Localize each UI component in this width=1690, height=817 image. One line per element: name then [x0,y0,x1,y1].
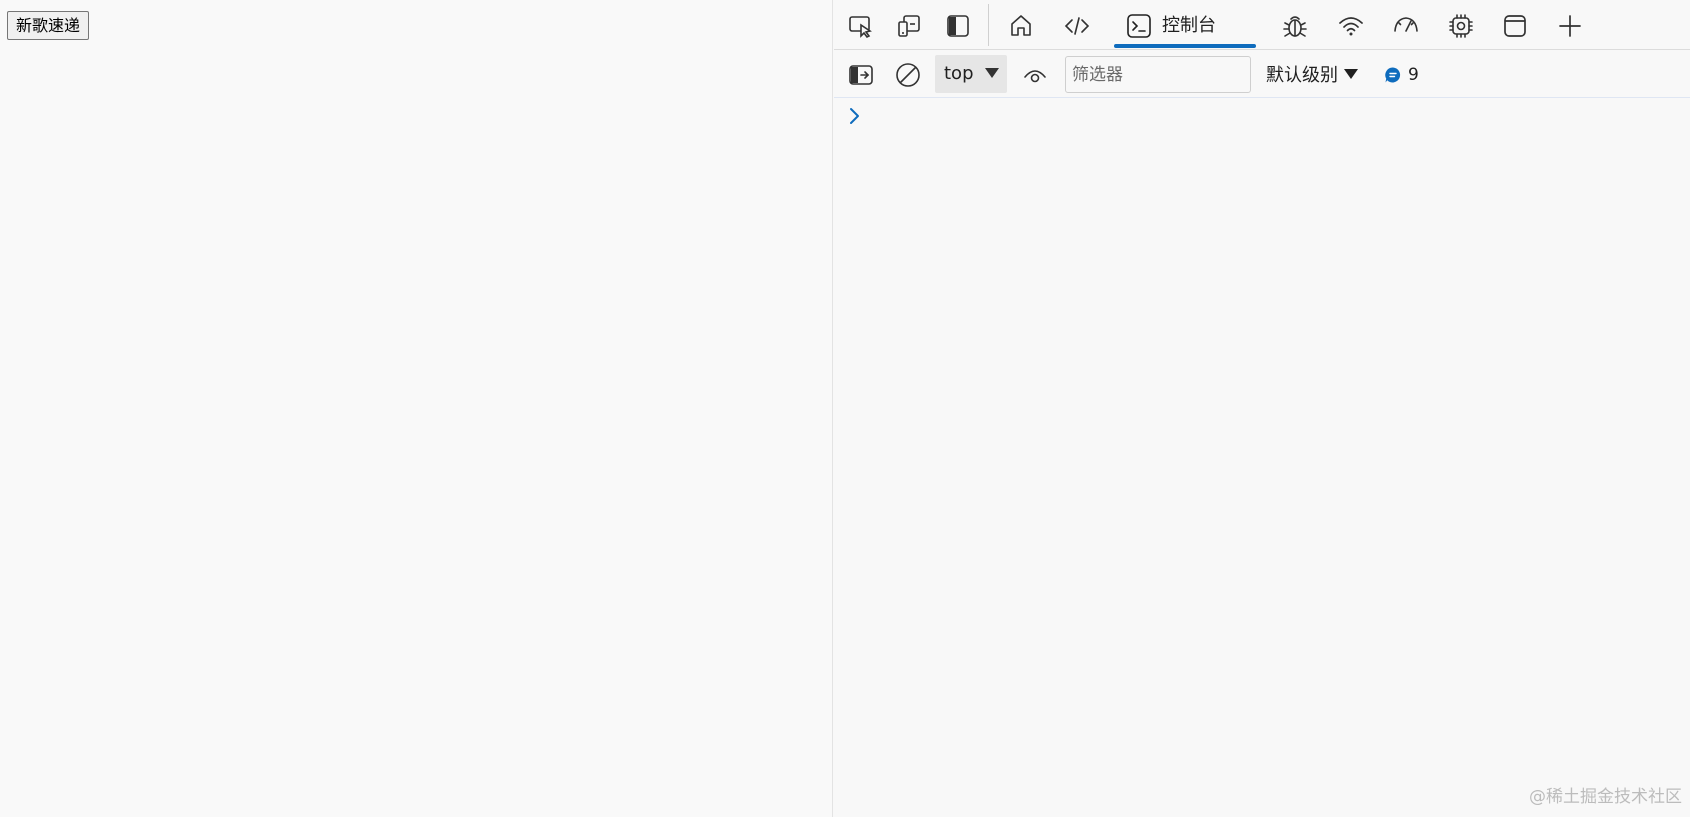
live-expression-eye-icon[interactable] [1019,60,1051,90]
network-icon[interactable] [1335,10,1367,42]
console-filter-input[interactable] [1065,56,1251,93]
console-output[interactable] [834,99,1690,817]
new-songs-button[interactable]: 新歌速递 [7,11,90,40]
message-count-badge[interactable]: 9 [1384,63,1419,87]
dock-side-icon[interactable] [942,10,974,42]
devtools-panel: 控制台 top 筛选器 默认级别 9 @稀土掘金技术社区 [834,0,1690,817]
log-levels-dropdown[interactable]: 默认级别 [1266,61,1358,87]
js-context-select[interactable]: top [935,55,1007,93]
message-bubble-icon [1385,67,1401,83]
tab-console[interactable]: 控制台 [1114,0,1256,50]
show-sidebar-icon[interactable] [845,60,877,90]
console-icon [1127,14,1151,38]
performance-icon[interactable] [1390,10,1422,42]
clear-console-icon[interactable] [892,60,924,90]
sources-debugger-icon[interactable] [1279,10,1311,42]
memory-icon[interactable] [1445,10,1477,42]
context-select-value: top [944,63,974,84]
more-tools-plus-icon[interactable] [1554,10,1586,42]
inspect-element-icon[interactable] [845,10,877,42]
console-toolbar: top 默认级别 [834,51,1690,98]
screen: 新歌速递 控制台 top 筛选器 默认级别 9 @稀土掘金技术社区 [0,0,1690,817]
active-tab-indicator [1114,44,1256,48]
watermark: @稀土掘金技术社区 [1529,787,1682,807]
page-viewport: 新歌速递 [0,0,833,817]
elements-icon[interactable] [1061,10,1093,42]
log-levels-label: 默认级别 [1266,65,1338,86]
devtools-tab-strip: 控制台 [834,0,1690,50]
dropdown-caret-icon [1344,69,1358,79]
message-count-value: 9 [1408,65,1419,85]
tab-separator [988,4,989,46]
device-emulation-icon[interactable] [893,10,925,42]
console-prompt-chevron-icon [850,108,859,124]
tab-console-label: 控制台 [1162,15,1216,36]
dropdown-caret-icon [985,68,999,78]
application-icon[interactable] [1499,10,1531,42]
welcome-home-icon[interactable] [1005,10,1037,42]
